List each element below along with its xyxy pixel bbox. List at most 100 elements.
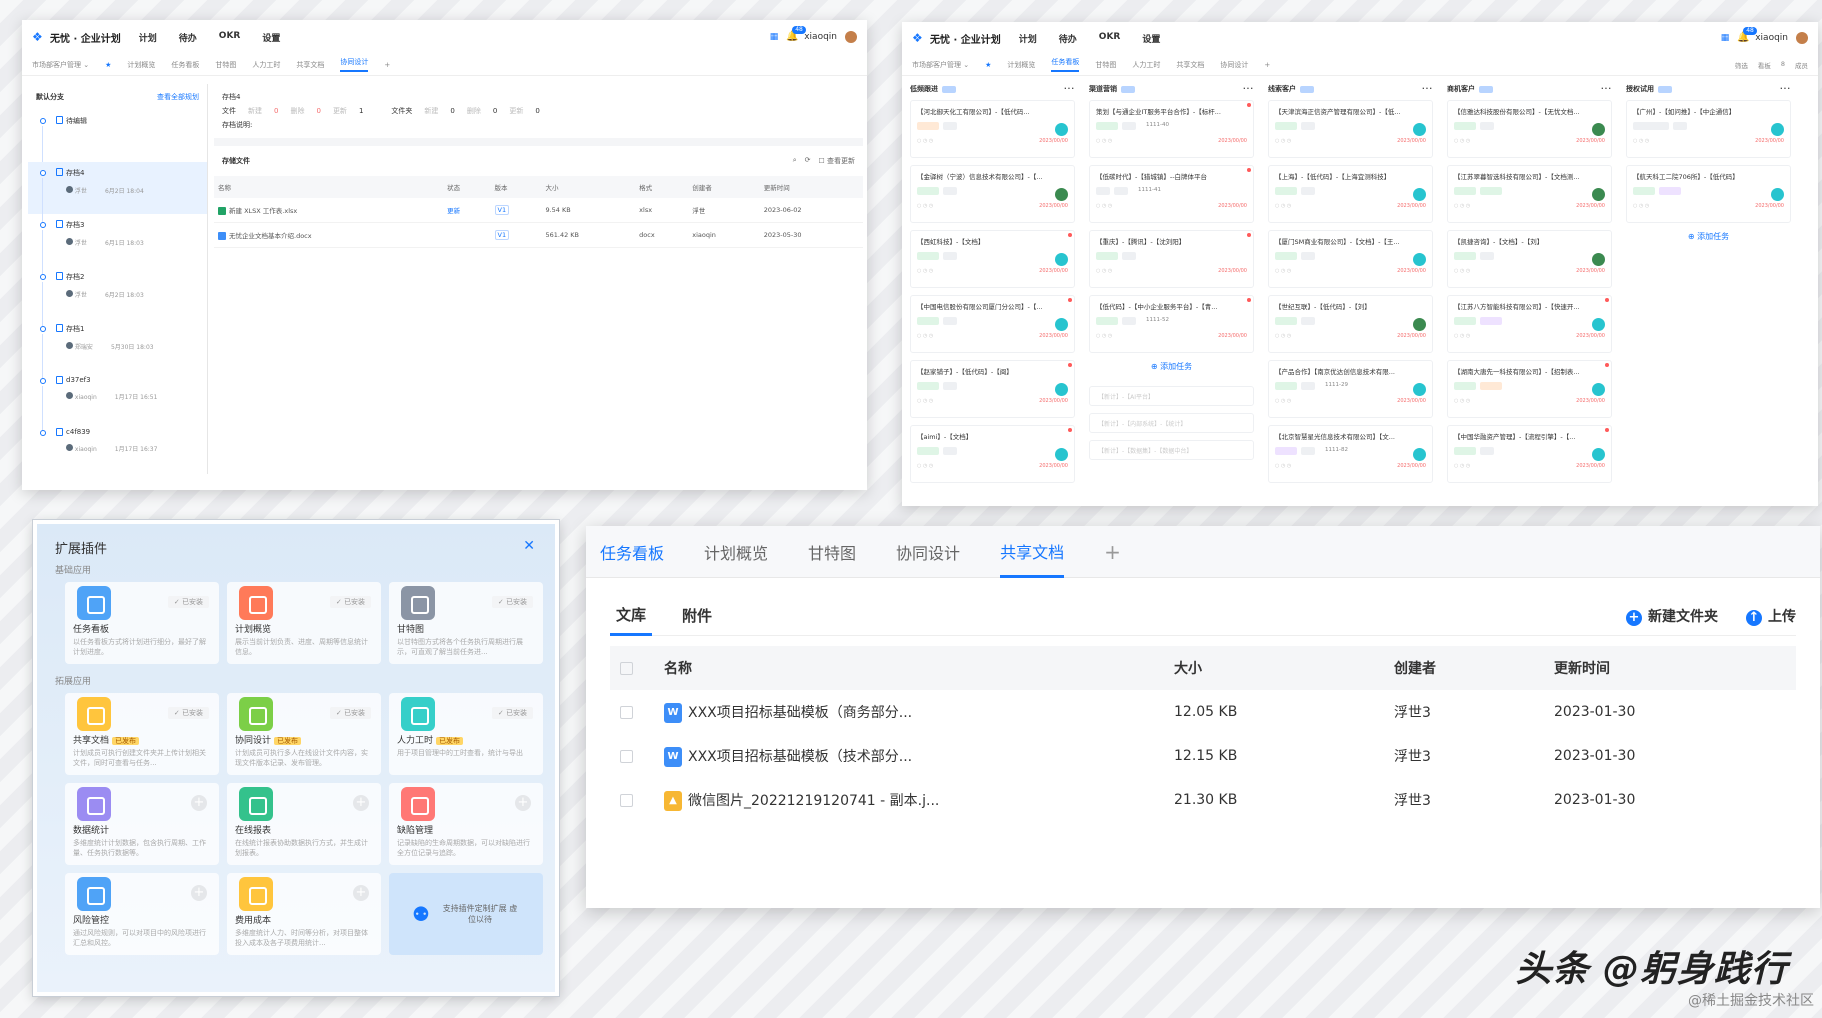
- row-checkbox[interactable]: [620, 705, 633, 719]
- brand-logo[interactable]: ❖ 无忧 · 企业计划: [912, 31, 1001, 46]
- tab-plan-overview[interactable]: 计划概览: [127, 60, 155, 70]
- task-card[interactable]: 【低碳时代】-【猎城镇】--白牌体平台 1111-41 ○ ◷ ◷ 2023/00/0…: [1089, 165, 1254, 223]
- draft-card[interactable]: 【新计】-【AI平台】: [1089, 386, 1254, 406]
- menu-item-okr[interactable]: OKR: [1099, 32, 1121, 45]
- refresh-icon[interactable]: ⟳: [805, 156, 811, 166]
- task-card[interactable]: 【厦门SM商业有限公司】-【文档】-【王... ○ ◷ ◷ 2023/00/00: [1268, 230, 1433, 288]
- table-row[interactable]: 无忧企业文档基本介绍.docx V1 561.42 KB docx xiaoqin 202…: [214, 222, 863, 248]
- filter-button[interactable]: 筛选: [1735, 60, 1748, 70]
- add-tab-icon[interactable]: +: [384, 61, 390, 69]
- more-icon[interactable]: ···: [1601, 85, 1612, 93]
- task-card[interactable]: 【世纪互联】-【低代码】-【刘】 ○ ◷ ◷ 2023/00/00: [1268, 295, 1433, 353]
- close-icon[interactable]: ✕: [523, 538, 535, 554]
- tab-shared-docs[interactable]: 共享文档: [1176, 60, 1204, 70]
- task-card[interactable]: 【凯捷咨询】-【文档】-【刘】 ○ ◷ ◷ 2023/00/00: [1447, 230, 1612, 288]
- plugin-card[interactable]: 协同设计 已发布 计划成员可执行多人在线设计文件内容，实现文件版本记录、发布管理。 ✓…: [227, 693, 381, 775]
- tab-manhours[interactable]: 人力工时: [1132, 60, 1160, 70]
- avatar[interactable]: [1796, 32, 1808, 44]
- tab-collab-design[interactable]: 协同设计: [340, 57, 369, 72]
- table-row[interactable]: W XXX项目招标基础模板（商务部分... 12.05 KB 浮世3 2023-0…: [610, 690, 1796, 734]
- view-updates-toggle[interactable]: ☐ 查看更新: [818, 156, 855, 166]
- add-task-button[interactable]: 添加任务: [1626, 231, 1791, 242]
- menu-item-okr[interactable]: OKR: [219, 31, 241, 44]
- tab-manhours[interactable]: 人力工时: [252, 60, 280, 70]
- task-card[interactable]: 【中国华融资产管理】-【流程引擎】-【... ○ ◷ ◷ 2023/00/00: [1447, 425, 1612, 483]
- username[interactable]: xiaoqin: [1755, 33, 1788, 43]
- menu-item-settings[interactable]: 设置: [262, 31, 280, 44]
- task-card[interactable]: 【江苏八方智能科技有限公司】-【快速开... ○ ◷ ◷ 2023/00/00: [1447, 295, 1612, 353]
- task-card[interactable]: 【北京智慧星光信息技术有限公司】【文... 1111-82 ○ ◷ ◷ 2023/00…: [1268, 425, 1433, 483]
- version-item[interactable]: 存档2 浮世 6月2日 18:03: [28, 266, 207, 326]
- plugin-card[interactable]: 计划概览 展示当前计划负责、进度、周期等信息统计信息。 ✓ 已安装: [227, 582, 381, 664]
- menu-item-plan[interactable]: 计划: [139, 31, 157, 44]
- draft-card[interactable]: 【新计】-【数据集】-【数据中台】: [1089, 440, 1254, 460]
- plugin-card[interactable]: 风险管控 通过风险规则，可以对项目中的风险项进行汇总和风控。 +: [65, 873, 219, 955]
- tab-collab-design[interactable]: 协同设计: [1220, 60, 1248, 70]
- table-row[interactable]: 新建 XLSX 工作表.xlsx 更新 V1 9.54 KB xlsx 浮世 2023-06…: [214, 198, 863, 223]
- task-card[interactable]: 【低代码】-【中小企业服务平台】-【青... 1111-52 ○ ◷ ◷ 2023/0…: [1089, 295, 1254, 353]
- task-card[interactable]: 【航天科工二院706所】-【低代码】 ○ ◷ ◷ 2023/00/00: [1626, 165, 1791, 223]
- tab-gantt[interactable]: 甘特图: [808, 540, 856, 564]
- plugin-card[interactable]: 数据统计 多维度统计计划数据，包含执行周期、工作量、任务执行数据等。 +: [65, 783, 219, 865]
- task-card[interactable]: 【广州】-【如问推】-【中企通信】 ○ ◷ ◷ 2023/00/00: [1626, 100, 1791, 158]
- version-item[interactable]: d37ef3 xiaoqin 1月17日 16:51: [28, 370, 207, 430]
- search-icon[interactable]: ⌕: [793, 156, 797, 166]
- task-card[interactable]: 【天津滨海正信资产管理有限公司】-【低... ○ ◷ ◷ 2023/00/00: [1268, 100, 1433, 158]
- more-icon[interactable]: ···: [1064, 85, 1075, 93]
- tab-plan-overview[interactable]: 计划概览: [704, 540, 768, 564]
- brand-logo[interactable]: ❖ 无忧 · 企业计划: [32, 30, 121, 45]
- username[interactable]: xiaoqin: [804, 32, 837, 42]
- add-plugin-button[interactable]: +: [353, 885, 369, 901]
- menu-item-todo[interactable]: 待办: [179, 31, 197, 44]
- add-plugin-button[interactable]: +: [191, 885, 207, 901]
- board-view-button[interactable]: 看板: [1758, 60, 1771, 70]
- more-icon[interactable]: ···: [1243, 85, 1254, 93]
- add-plugin-button[interactable]: +: [353, 795, 369, 811]
- version-item[interactable]: 待编辑: [28, 110, 207, 170]
- version-item[interactable]: 存档3 浮世 6月1日 18:03: [28, 214, 207, 274]
- add-plugin-button[interactable]: +: [191, 795, 207, 811]
- task-card[interactable]: 【上海】-【低代码】-【上海宜测科技】 ○ ◷ ◷ 2023/00/00: [1268, 165, 1433, 223]
- add-task-button[interactable]: 添加任务: [1089, 361, 1254, 372]
- view-all-link[interactable]: 查看全部规划: [157, 92, 199, 102]
- project-selector[interactable]: 市场部客户管理 ⌄: [912, 60, 969, 70]
- row-checkbox[interactable]: [620, 749, 633, 763]
- avatar[interactable]: [845, 31, 857, 43]
- table-row[interactable]: ▲ 微信图片_20221219120741 - 副本.j... 21.30 KB …: [610, 778, 1796, 822]
- star-icon[interactable]: ★: [105, 61, 111, 69]
- tab-gantt[interactable]: 甘特图: [215, 60, 236, 70]
- task-card[interactable]: 【产品合作】【南京优达创信息技术有限... 1111-29 ○ ◷ ◷ 2023/00…: [1268, 360, 1433, 418]
- tab-library[interactable]: 文库: [610, 596, 653, 636]
- version-item[interactable]: 存档1 郑瑞安 5月30日 18:03: [28, 318, 207, 378]
- plugin-card[interactable]: 共享文档 已发布 计划成员可执行创建文件夹并上传计划相关文件，同时可查看与任务...…: [65, 693, 219, 775]
- members-button[interactable]: 成员: [1795, 60, 1808, 70]
- task-card[interactable]: 策划【与通企业IT服务平台合作】-【标杆... 1111-40 ○ ◷ ◷ 2023/…: [1089, 100, 1254, 158]
- task-card[interactable]: 【河北御天化工有限公司】-【低代码... ○ ◷ ◷ 2023/00/00: [910, 100, 1075, 158]
- tab-task-board[interactable]: 任务看板: [171, 60, 199, 70]
- add-tab-icon[interactable]: +: [1104, 540, 1121, 564]
- custom-plugin-card[interactable]: ⚉ 支持插件定制扩展 虚位以待: [389, 873, 543, 955]
- row-checkbox[interactable]: [620, 793, 633, 807]
- task-card[interactable]: 【重庆】-【腾讯】-【沈刘阳】 ○ ◷ ◷ 2023/00/00: [1089, 230, 1254, 288]
- member-count[interactable]: 8: [1781, 60, 1785, 70]
- more-icon[interactable]: ···: [1422, 85, 1433, 93]
- plugin-card[interactable]: 甘特图 以甘特图方式将各个任务执行周期进行展示，可直观了解当前任务进... ✓ 已安…: [389, 582, 543, 664]
- version-item[interactable]: c4f839 xiaoqin 1月17日 16:37: [28, 422, 207, 474]
- upload-button[interactable]: ↑ 上传: [1746, 606, 1796, 626]
- task-card[interactable]: 【中国电信股份有限公司厦门分公司】-【... ○ ◷ ◷ 2023/00/00: [910, 295, 1075, 353]
- tab-shared-docs[interactable]: 共享文档: [1000, 525, 1065, 578]
- project-selector[interactable]: 市场部客户管理 ⌄: [32, 60, 89, 70]
- select-all-checkbox[interactable]: [620, 661, 633, 675]
- task-card[interactable]: 【赵家铺子】-【低代码】-【闽】 ○ ◷ ◷ 2023/00/00: [910, 360, 1075, 418]
- plugin-card[interactable]: 在线报表 在线统计报表协助数据执行方式，并生成计划报表。 +: [227, 783, 381, 865]
- task-card[interactable]: 【aimi】-【文档】 ○ ◷ ◷ 2023/00/00: [910, 425, 1075, 483]
- tab-attachments[interactable]: 附件: [682, 605, 712, 626]
- more-icon[interactable]: ···: [1780, 85, 1791, 93]
- plugin-card[interactable]: 缺陷管理 记录缺陷的生命周期数据，可以对缺陷进行全方位记录与追踪。 +: [389, 783, 543, 865]
- menu-item-settings[interactable]: 设置: [1142, 32, 1160, 45]
- new-folder-button[interactable]: + 新建文件夹: [1626, 606, 1718, 626]
- task-card[interactable]: 【金驿树（宁波）信息技术有限公司】-【... ○ ◷ ◷ 2023/00/00: [910, 165, 1075, 223]
- table-row[interactable]: W XXX项目招标基础模板（技术部分... 12.15 KB 浮世3 2023-0…: [610, 734, 1796, 778]
- tab-task-board[interactable]: 任务看板: [600, 540, 664, 564]
- notification-bell-icon[interactable]: 🔔 48: [786, 26, 806, 42]
